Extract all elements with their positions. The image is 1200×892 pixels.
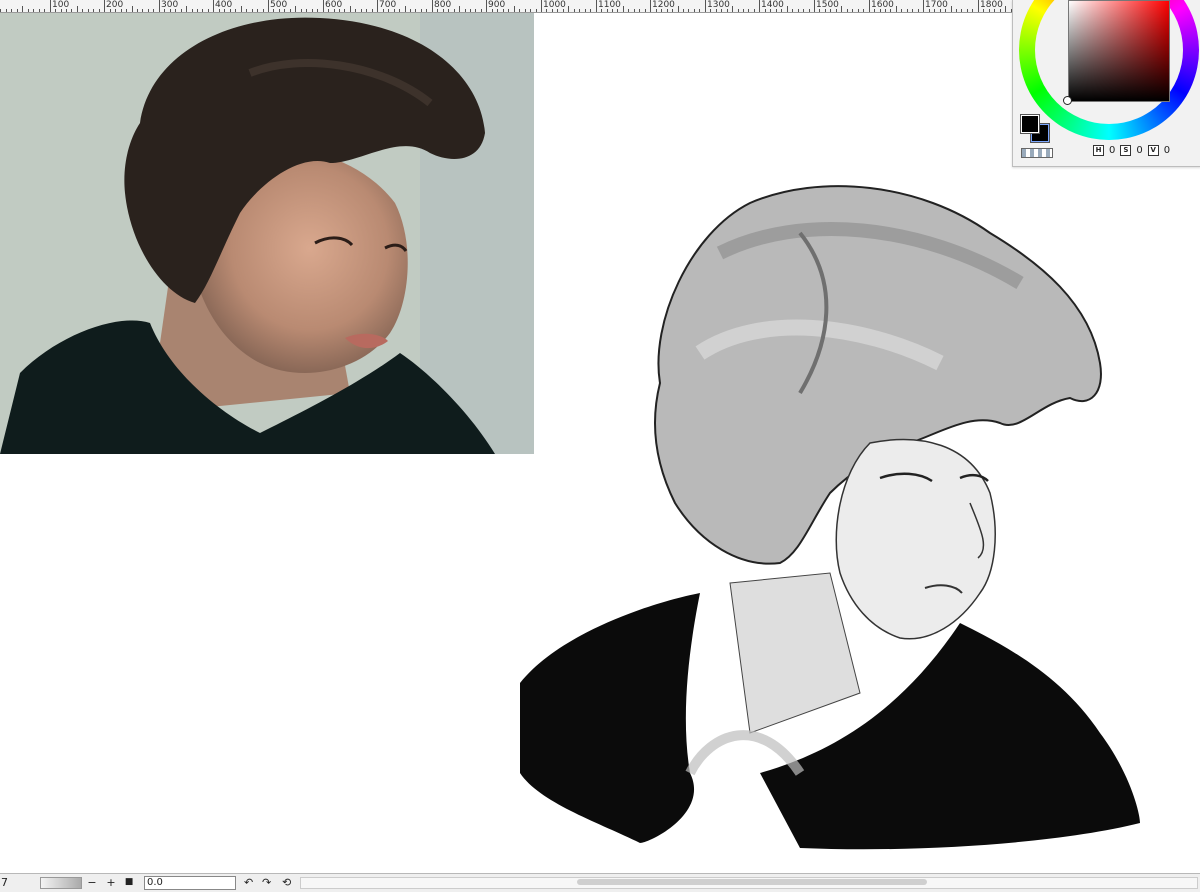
foreground-color-swatch[interactable]	[1020, 114, 1040, 134]
ruler-label: 900	[488, 0, 506, 10]
reset-zoom-button[interactable]: ■	[124, 875, 134, 890]
ruler-label: 1800	[980, 0, 1003, 10]
ruler-label: 700	[379, 0, 397, 10]
ruler-label: 400	[215, 0, 233, 10]
s-key: S	[1120, 145, 1132, 156]
rotate-right-icon[interactable]: ↷	[262, 875, 271, 890]
h-key: H	[1093, 145, 1104, 156]
rotate-left-icon[interactable]: ↶	[244, 875, 253, 890]
ruler-label: 800	[434, 0, 452, 10]
s-value: 0	[1136, 145, 1143, 156]
saturation-value-square[interactable]	[1068, 0, 1170, 102]
color-panel: H 0 S 0 V 0	[1012, 0, 1200, 167]
ruler-label: 100	[52, 0, 70, 10]
zoom-value[interactable]: 7	[0, 875, 41, 890]
ruler-label: 1600	[871, 0, 894, 10]
ruler-label: 1200	[652, 0, 675, 10]
rotation-angle-input[interactable]: 0.0	[144, 876, 236, 890]
zoom-in-button[interactable]: +	[105, 875, 117, 890]
sketch-drawing	[500, 173, 1160, 863]
hsv-readout: H 0 S 0 V 0	[1093, 145, 1170, 156]
v-value: 0	[1163, 145, 1171, 156]
zoom-slider[interactable]	[40, 877, 82, 889]
reset-rotation-icon[interactable]: ⟲	[282, 875, 291, 890]
sv-marker[interactable]	[1063, 96, 1072, 105]
portrait-sketch	[520, 185, 1140, 850]
ruler-label: 1000	[543, 0, 566, 10]
ruler-label: 200	[106, 0, 124, 10]
v-key: V	[1147, 145, 1159, 156]
ruler-label: 1400	[761, 0, 784, 10]
reference-photo	[0, 13, 534, 454]
horizontal-scrollbar[interactable]	[300, 877, 1198, 889]
ruler-label: 1700	[925, 0, 948, 10]
reference-photo-illustration	[0, 13, 534, 454]
h-value: 0	[1109, 145, 1116, 156]
ruler-label: 1100	[598, 0, 621, 10]
status-bar: 7 − + ■ 0.0 ↶ ↷ ⟲	[0, 873, 1200, 892]
zoom-out-button[interactable]: −	[86, 875, 98, 890]
ruler-label: 300	[161, 0, 179, 10]
ruler-label: 600	[325, 0, 343, 10]
transparent-color-swatch[interactable]	[1021, 148, 1053, 158]
scrollbar-thumb[interactable]	[577, 879, 927, 885]
ruler-label: 1300	[707, 0, 730, 10]
ruler-label: 500	[270, 0, 288, 10]
ruler-label: 1500	[816, 0, 839, 10]
